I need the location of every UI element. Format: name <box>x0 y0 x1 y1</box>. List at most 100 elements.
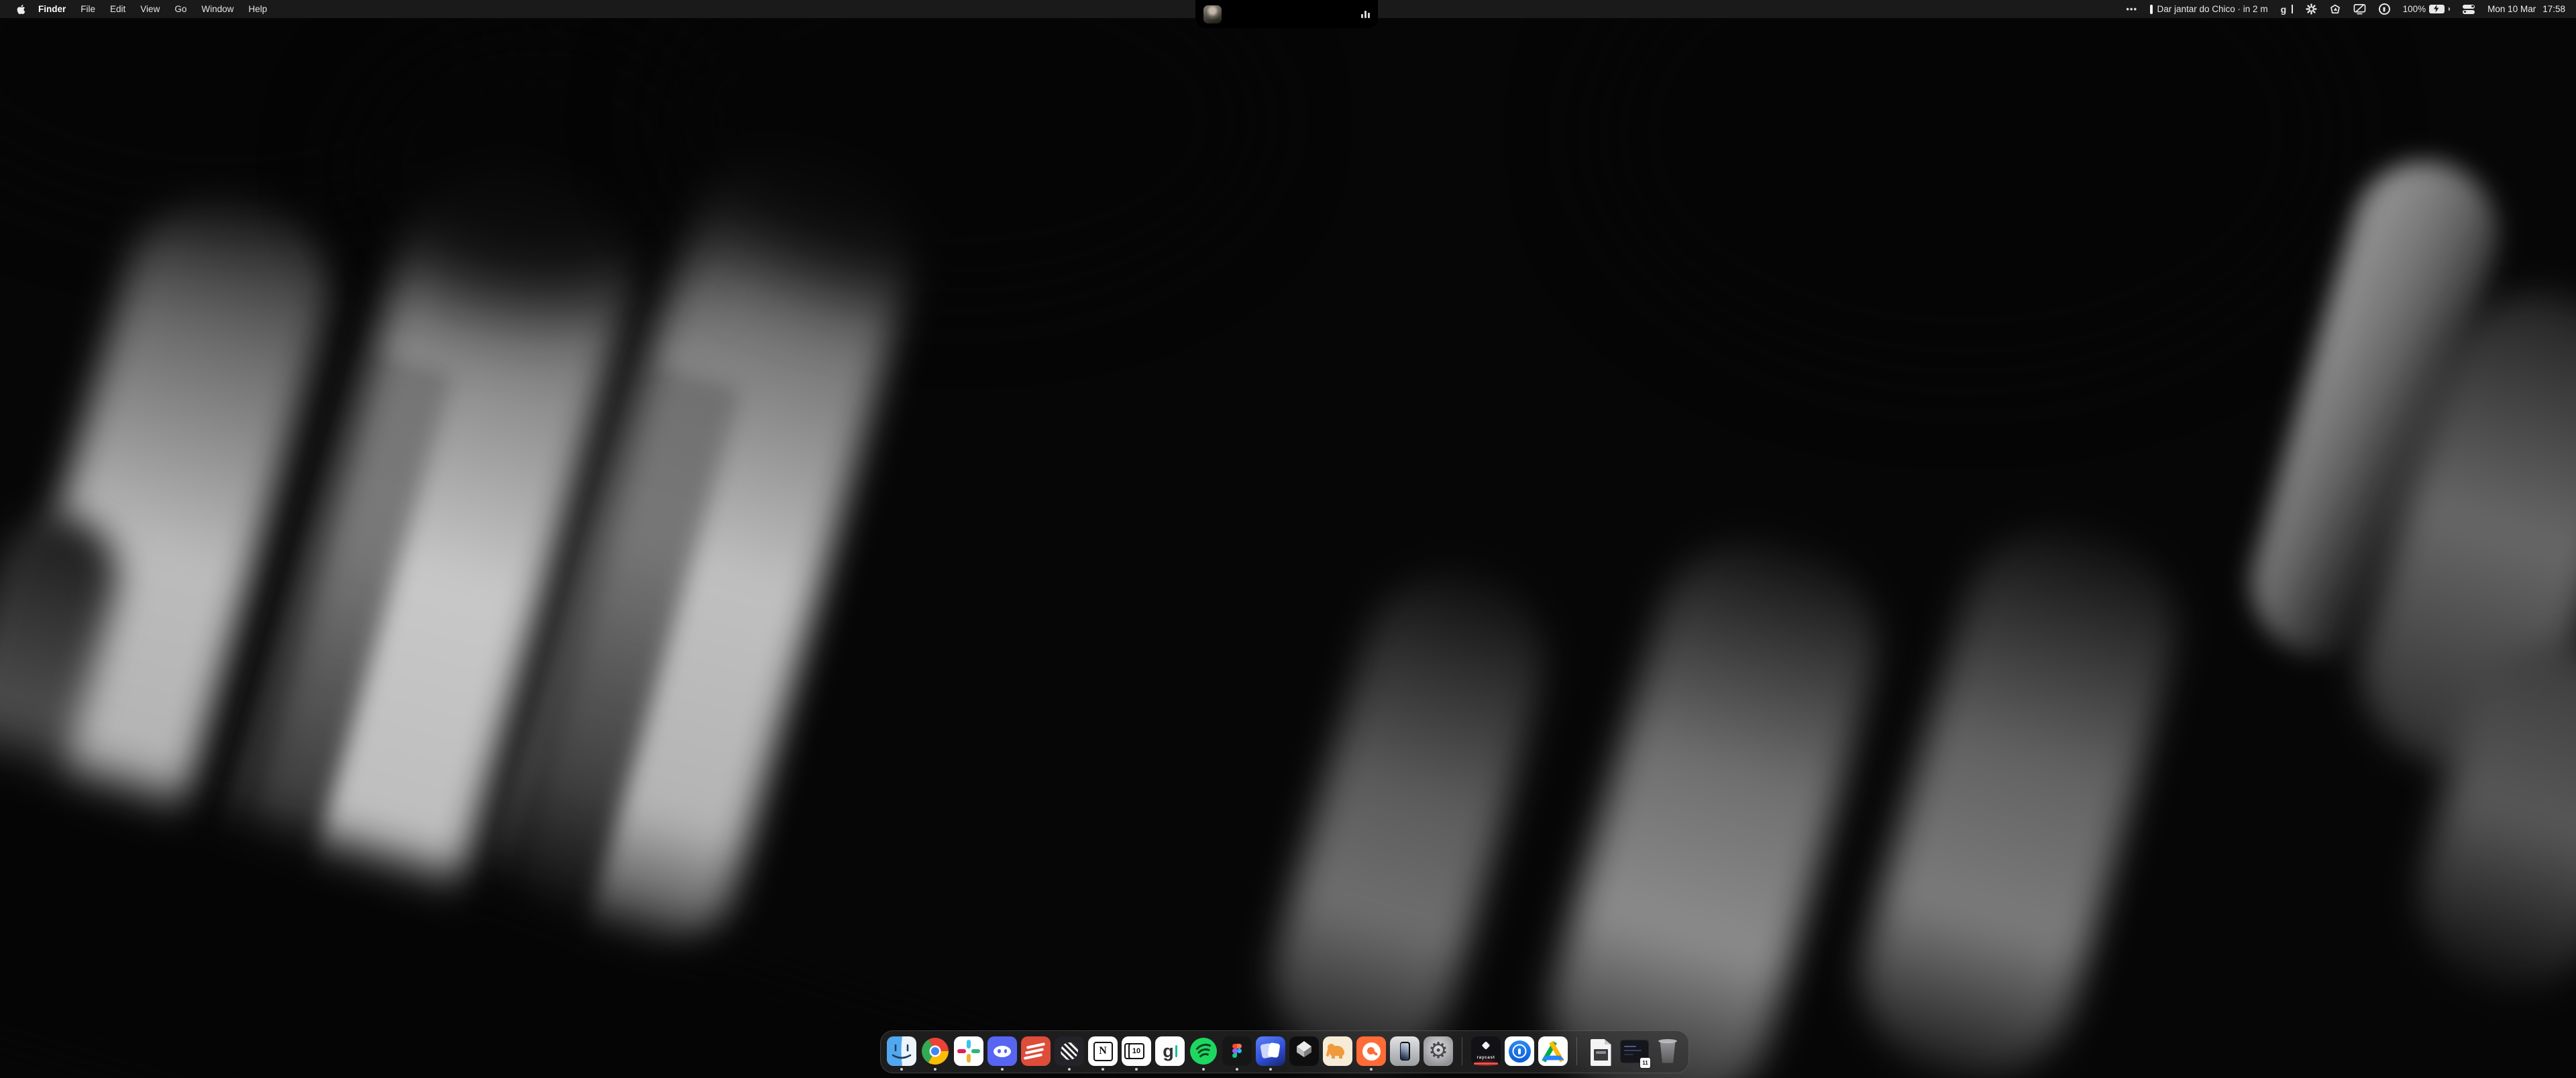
figma-icon <box>1222 1036 1252 1066</box>
wallpaper-streak <box>1839 504 2199 1078</box>
notch-media-player[interactable] <box>1195 0 1378 28</box>
clock-time: 17:58 <box>2542 4 2565 14</box>
document-file-icon <box>1586 1036 1615 1066</box>
status-battery[interactable]: 100% <box>2403 4 2451 14</box>
dock-divider <box>1576 1037 1577 1065</box>
dock-item-postgres[interactable] <box>1323 1036 1352 1073</box>
dock-item-document[interactable] <box>1586 1036 1615 1073</box>
battery-cap <box>2449 7 2450 11</box>
apple-icon <box>17 4 25 15</box>
grammarly-glyph: g <box>1163 1042 1174 1061</box>
wallpaper-shadow <box>1597 0 2334 376</box>
dock-item-system-settings[interactable]: ⚙ <box>1424 1036 1453 1073</box>
chrome-icon <box>920 1036 950 1066</box>
1password-keyhole-icon <box>2379 3 2390 15</box>
dock-item-screen-studio[interactable] <box>1256 1036 1285 1073</box>
apple-menu[interactable] <box>11 4 31 15</box>
running-indicator <box>900 1068 903 1071</box>
menu-bar-left: Finder File Edit View Go Window Help <box>0 4 274 15</box>
running-indicator <box>1001 1068 1004 1071</box>
status-overflow-dots[interactable]: ••• <box>2126 4 2137 14</box>
dock-item-spline[interactable] <box>1289 1036 1319 1073</box>
dock-item-spotify[interactable] <box>1189 1036 1218 1073</box>
dock-item-discord[interactable] <box>987 1036 1017 1073</box>
running-indicator <box>1236 1068 1238 1071</box>
1password-icon <box>1505 1036 1534 1066</box>
status-clock[interactable]: Mon 10 Mar 17:58 <box>2487 4 2565 14</box>
battery-percent: 100% <box>2403 4 2426 14</box>
wallpaper-streak <box>1251 549 1566 1078</box>
menu-app-name[interactable]: Finder <box>31 4 73 14</box>
menu-help[interactable]: Help <box>241 4 274 14</box>
iphone-mirroring-icon <box>1390 1036 1419 1066</box>
running-indicator <box>1269 1068 1272 1071</box>
running-indicator <box>1202 1068 1205 1071</box>
desktop-wallpaper <box>0 0 2576 1078</box>
menu-file[interactable]: File <box>73 4 103 14</box>
display-mirroring-icon <box>2353 3 2366 15</box>
event-bar-icon <box>2150 5 2153 14</box>
menu-bar-status: ••• Dar jantar do Chico · in 2 m g <box>2126 3 2576 15</box>
control-center-icon <box>2463 5 2475 14</box>
asterisk-icon <box>2306 3 2317 15</box>
menu-window[interactable]: Window <box>194 4 241 14</box>
running-indicator <box>1068 1068 1071 1071</box>
dock-item-slack[interactable] <box>954 1036 983 1073</box>
running-indicator <box>1102 1068 1104 1071</box>
album-art <box>1203 5 1222 23</box>
menu-edit[interactable]: Edit <box>103 4 133 14</box>
dock-item-iphone-mirroring[interactable] <box>1390 1036 1419 1073</box>
dock-item-notion[interactable]: N <box>1088 1036 1118 1073</box>
raycast-label: raycast <box>1471 1055 1501 1060</box>
dock-item-linear[interactable] <box>1055 1036 1084 1073</box>
menu-go[interactable]: Go <box>167 4 194 14</box>
trash-icon <box>1653 1036 1682 1066</box>
status-control-center[interactable] <box>2463 5 2475 14</box>
system-settings-icon: ⚙ <box>1424 1036 1453 1066</box>
status-calendar-event[interactable]: Dar jantar do Chico · in 2 m <box>2150 4 2268 14</box>
dock: N 10 g <box>880 1030 1689 1073</box>
running-indicator <box>1135 1068 1138 1071</box>
status-1password[interactable] <box>2379 3 2390 15</box>
dock-item-finder[interactable] <box>887 1036 916 1073</box>
dock-item-notion-calendar[interactable]: 10 <box>1122 1036 1151 1073</box>
menu-view[interactable]: View <box>133 4 167 14</box>
postgres-icon <box>1323 1036 1352 1066</box>
gear-icon: ⚙ <box>1428 1039 1448 1061</box>
calendar-badge: 11 <box>1640 1057 1651 1069</box>
status-asterisk[interactable] <box>2306 3 2317 15</box>
battery-icon <box>2429 5 2445 13</box>
dock-item-chrome[interactable] <box>920 1036 950 1073</box>
notion-icon: N <box>1088 1036 1118 1066</box>
minimized-window-thumbnail: 11 <box>1619 1036 1649 1066</box>
dock-item-1password[interactable] <box>1505 1036 1534 1073</box>
notion-calendar-icon: 10 <box>1122 1036 1151 1066</box>
running-indicator <box>1370 1068 1373 1071</box>
status-screen-mirroring[interactable] <box>2353 3 2366 15</box>
calendar-date-glyph: 10 <box>1128 1043 1144 1059</box>
audio-visualizer-icon <box>1361 10 1370 18</box>
dock-item-trash[interactable] <box>1653 1036 1682 1073</box>
dock-item-postman[interactable] <box>1356 1036 1386 1073</box>
dock-item-raycast[interactable]: raycast <box>1471 1036 1501 1073</box>
notion-glyph: N <box>1093 1042 1113 1061</box>
dock-item-grammarly[interactable]: g <box>1155 1036 1185 1073</box>
dock-item-minimized-window[interactable]: 11 <box>1619 1036 1649 1073</box>
grammarly-cursor <box>1175 1045 1177 1057</box>
wallpaper-streak <box>1528 517 1900 1078</box>
pentagon-icon <box>2330 4 2341 15</box>
spotify-icon <box>1189 1036 1218 1066</box>
status-shape-app[interactable] <box>2330 4 2341 15</box>
dock-item-figma[interactable] <box>1222 1036 1252 1073</box>
finder-icon <box>887 1036 916 1066</box>
google-drive-icon <box>1538 1036 1568 1066</box>
clock-date: Mon 10 Mar <box>2487 4 2536 14</box>
spline-icon <box>1289 1036 1319 1066</box>
slack-icon <box>954 1036 983 1066</box>
event-text: Dar jantar do Chico · in 2 m <box>2157 4 2268 14</box>
status-grammarly[interactable]: g <box>2281 4 2293 15</box>
dock-item-todoist[interactable] <box>1021 1036 1051 1073</box>
dock-item-google-drive[interactable] <box>1538 1036 1568 1073</box>
running-indicator <box>934 1068 936 1071</box>
screen-studio-icon <box>1256 1036 1285 1066</box>
